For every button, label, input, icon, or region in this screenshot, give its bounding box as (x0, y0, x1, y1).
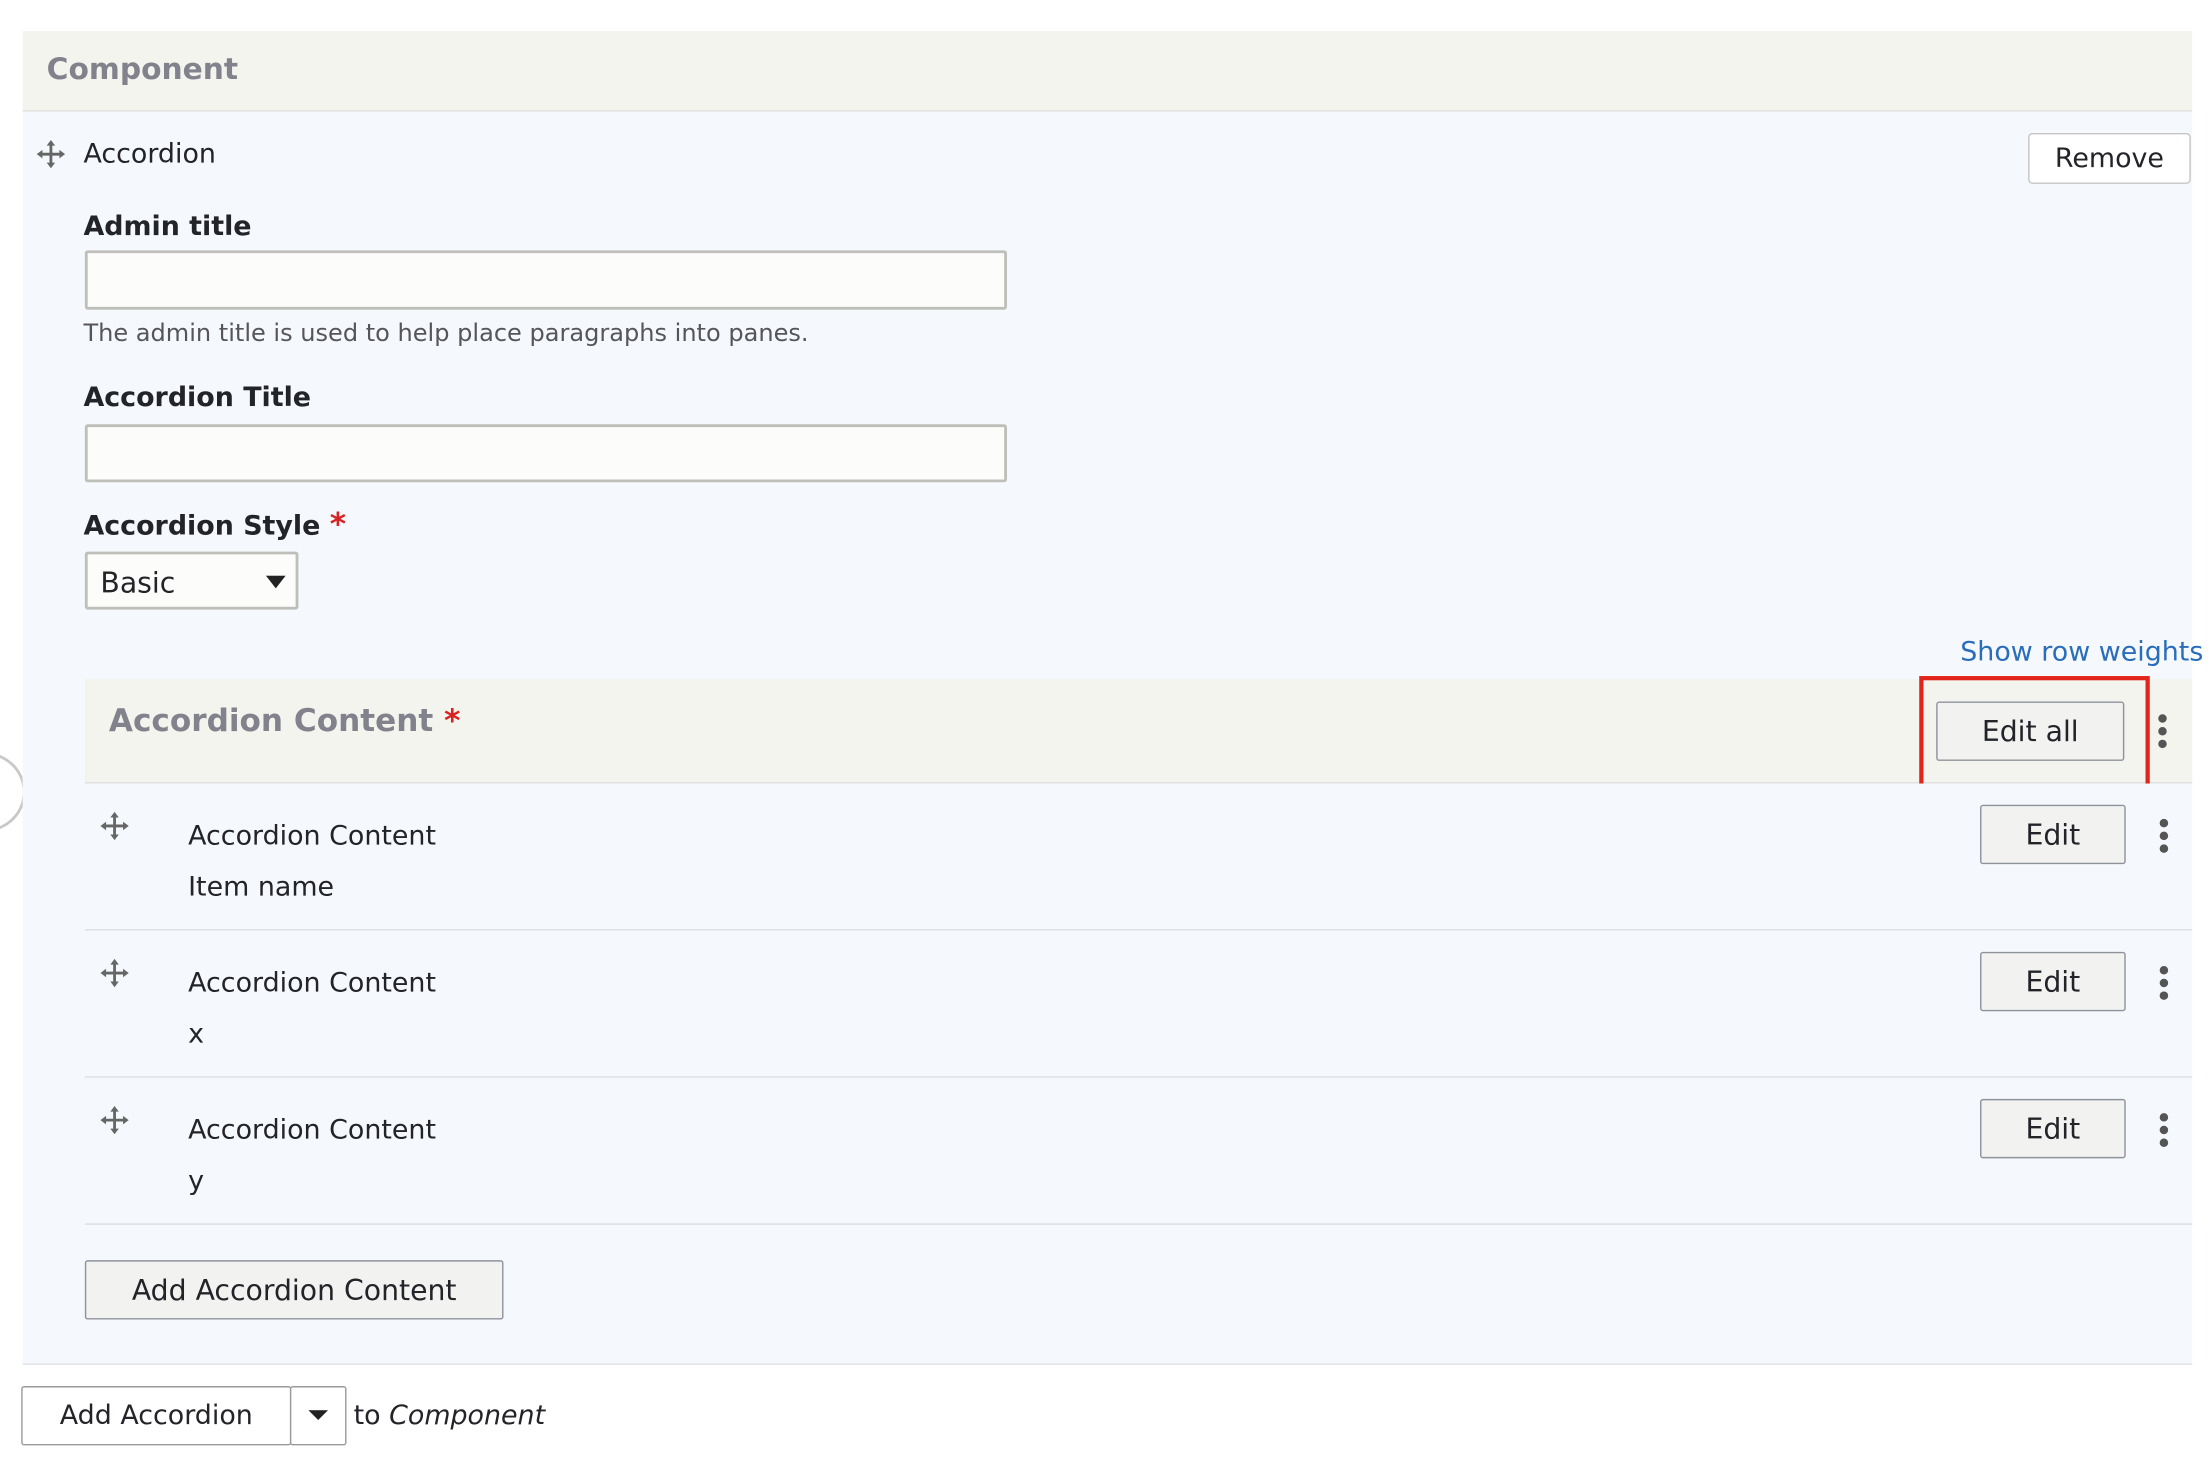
list-item: Accordion Content y Edit (84, 1077, 2193, 1225)
to-label: to (353, 1400, 381, 1432)
accordion-style-select[interactable]: Basic (84, 551, 299, 610)
accordion-title-label: Accordion Title (83, 381, 312, 413)
component-header-title: Component (46, 52, 239, 87)
collapse-handle[interactable] (0, 752, 26, 832)
accordion-style-selected: Basic (100, 565, 176, 600)
edit-button[interactable]: Edit (1980, 1098, 2126, 1159)
paragraph-form: Component Accordion Remove Admin title T… (0, 0, 2212, 1458)
more-actions-icon[interactable] (2157, 1113, 2171, 1151)
accordion-item-title: Accordion (83, 138, 216, 170)
edit-all-button[interactable]: Edit all (1936, 701, 2125, 761)
more-actions-icon[interactable] (2157, 818, 2171, 857)
accordion-content-header-text: Accordion Content (108, 704, 434, 740)
edit-button[interactable]: Edit (1980, 951, 2126, 1012)
required-marker: * (329, 507, 347, 544)
accordion-style-label-text: Accordion Style (83, 510, 321, 542)
list-item-type: Accordion Content (188, 820, 437, 852)
admin-title-input[interactable] (84, 250, 1007, 310)
accordion-content-header: Accordion Content * (84, 678, 2193, 784)
component-header: Component (22, 31, 2193, 112)
drag-handle-icon[interactable] (99, 1105, 130, 1136)
more-actions-icon[interactable] (2157, 965, 2171, 1004)
target-label: Component (389, 1400, 546, 1432)
drag-handle-icon[interactable] (99, 957, 130, 988)
list-item-type: Accordion Content (188, 1114, 437, 1146)
list-item-name: y (188, 1165, 205, 1197)
list-item-type: Accordion Content (188, 967, 437, 999)
more-actions-icon[interactable] (2155, 714, 2169, 752)
required-marker: * (444, 704, 461, 740)
admin-title-label: Admin title (83, 210, 252, 242)
admin-title-description: The admin title is used to help place pa… (83, 319, 809, 348)
list-item: Accordion Content x Edit (84, 930, 2193, 1078)
accordion-title-input[interactable] (84, 424, 1007, 483)
accordion-content-header-title: Accordion Content * (109, 704, 461, 739)
add-accordion-content-button[interactable]: Add Accordion Content (84, 1260, 504, 1320)
add-accordion-button[interactable]: Add Accordion (21, 1386, 292, 1446)
show-row-weights-link[interactable]: Show row weights (1960, 636, 2203, 667)
chevron-down-icon (265, 575, 286, 589)
accordion-style-label: Accordion Style * (83, 508, 346, 543)
drag-handle-icon[interactable] (99, 810, 130, 841)
chevron-down-icon (308, 1410, 329, 1420)
remove-button[interactable]: Remove (2028, 132, 2191, 184)
drag-handle-icon[interactable] (35, 139, 66, 170)
list-item-name: Item name (188, 871, 335, 903)
list-item: Accordion Content Item name Edit (84, 783, 2193, 931)
edit-button[interactable]: Edit (1980, 804, 2126, 865)
add-to-text: to Component (354, 1400, 546, 1431)
add-accordion-dropdown-button[interactable] (289, 1386, 347, 1446)
list-item-name: x (188, 1018, 205, 1050)
